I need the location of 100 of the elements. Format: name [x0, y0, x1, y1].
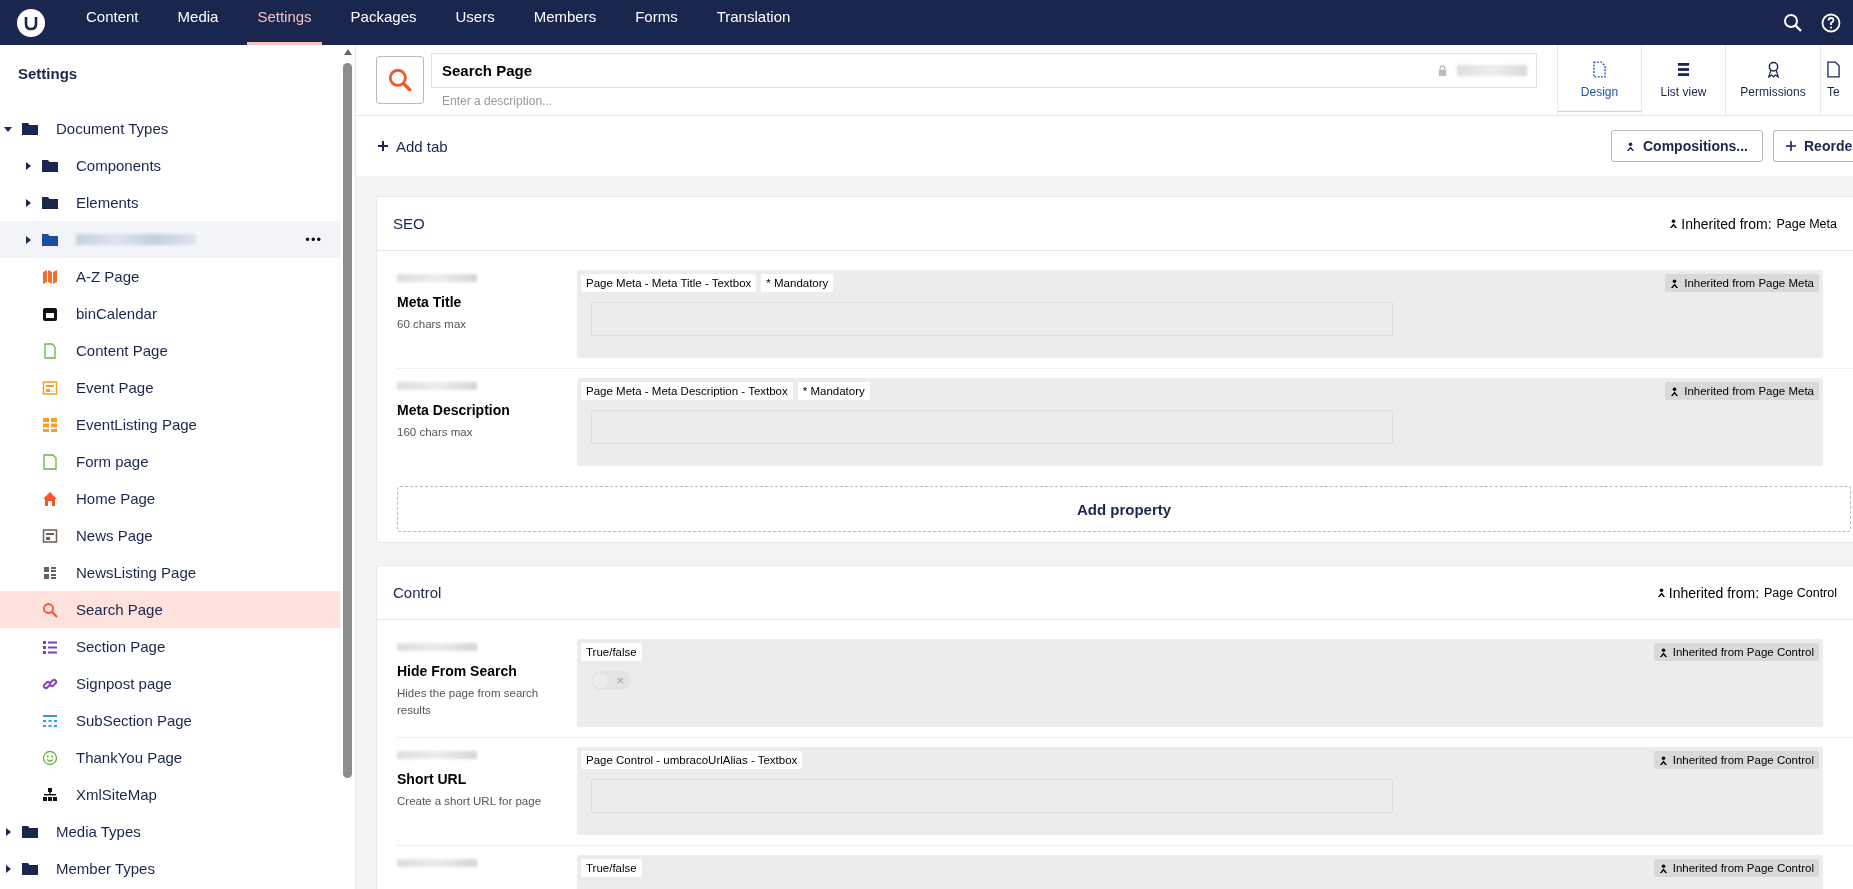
logo-icon[interactable] — [16, 7, 46, 38]
property-tag: Page Control - umbracoUrlAlias - Textbox — [581, 751, 803, 769]
name-field[interactable]: Search Page — [431, 52, 1537, 88]
property-name: Meta Title — [397, 294, 463, 310]
tree-item-label: Media Types — [56, 823, 141, 840]
nav-tab[interactable]: Forms — [625, 0, 688, 45]
caret-icon[interactable] — [4, 864, 12, 873]
editor-tab[interactable]: List view — [1641, 45, 1725, 115]
toolbar-button[interactable]: Compositions... — [1611, 130, 1763, 162]
add-tab-button[interactable]: Add tab — [376, 133, 450, 159]
list-icon — [42, 638, 58, 655]
document-icon — [1827, 61, 1840, 78]
tree-item-label: Document Types — [56, 120, 169, 137]
inherited-tag: Inherited from Page Meta — [1665, 382, 1819, 400]
tree-item[interactable]: A-Z Page — [0, 258, 340, 295]
group-title: Control — [393, 584, 442, 601]
nav-tab[interactable]: Packages — [340, 0, 427, 45]
tree-item[interactable]: Document Types — [0, 110, 340, 147]
nav-tab[interactable]: Media — [167, 0, 229, 45]
property-tag: * Mandatory — [761, 274, 834, 292]
editor-tab[interactable]: Te — [1820, 45, 1853, 115]
property-name: Hide From Search — [397, 663, 518, 679]
tree-item-label: ThankYou Page — [76, 749, 183, 766]
tree-item[interactable]: SubSection Page — [0, 702, 340, 739]
nav-tab[interactable]: Content — [76, 0, 149, 45]
tree-item-label: Home Page — [76, 490, 156, 507]
scrollbar-thumb[interactable] — [343, 63, 352, 778]
document-icon — [1593, 61, 1606, 78]
property-description: 160 chars max — [397, 425, 474, 440]
scroll-up-icon[interactable] — [343, 49, 352, 55]
inherited-source: Page Meta — [1776, 216, 1837, 231]
tree-item[interactable]: News Page — [0, 517, 340, 554]
tree-item[interactable]: Signpost page — [0, 665, 340, 702]
tree-item[interactable]: XmlSiteMap — [0, 776, 340, 813]
tree-item[interactable]: binCalendar — [0, 295, 340, 332]
property-tag: * Mandatory — [797, 382, 870, 400]
tree-item[interactable]: ••• — [0, 221, 340, 258]
help-icon[interactable] — [1821, 12, 1841, 33]
smiley-icon — [42, 749, 58, 766]
tree-item[interactable]: Elements — [0, 184, 340, 221]
inherited-tag: Inherited from Page Control — [1653, 643, 1819, 661]
tree-item-label: Event Page — [76, 379, 154, 396]
tree-item-label: Elements — [76, 194, 139, 211]
folder-icon — [22, 860, 38, 877]
property-description: 60 chars max — [397, 317, 468, 332]
folder-icon — [22, 823, 38, 840]
caret-icon[interactable] — [24, 161, 32, 170]
document-icon — [42, 342, 58, 359]
add-property-button[interactable]: Add property — [397, 486, 1851, 532]
property-editor[interactable]: Page Meta - Meta Title - Textbox * Mandatory Inherited from Page Meta — [577, 270, 1823, 358]
caret-icon[interactable] — [4, 827, 12, 836]
calendar-icon — [42, 305, 58, 322]
property-editor[interactable]: Page Control - umbracoUrlAlias - Textbox Inherited from Page Control — [577, 747, 1823, 835]
tree-item-label: Section Page — [76, 638, 166, 655]
tree-item-label: Content Page — [76, 342, 168, 359]
tree-item[interactable]: Components — [0, 147, 340, 184]
tree-item[interactable]: ThankYou Page — [0, 739, 340, 776]
tree-item-label: XmlSiteMap — [76, 786, 157, 803]
tree-item[interactable]: Media Types — [0, 813, 340, 850]
editor-tab[interactable]: Permissions — [1725, 45, 1820, 115]
caret-icon[interactable] — [24, 198, 32, 207]
more-menu[interactable]: ••• — [305, 232, 322, 247]
newspaper-icon — [42, 527, 58, 544]
tree-item[interactable]: Form page — [0, 443, 340, 480]
property-tag: Page Meta - Meta Title - Textbox — [581, 274, 757, 292]
tree-item[interactable]: Section Page — [0, 628, 340, 665]
tree-item[interactable]: EventListing Page — [0, 406, 340, 443]
tree-item-label: binCalendar — [76, 305, 157, 322]
plus-icon — [378, 141, 388, 151]
user-icon — [1669, 219, 1679, 228]
editor-tab[interactable]: Design — [1557, 45, 1641, 115]
user-icon — [1658, 647, 1668, 657]
tree-item-label: Member Types — [56, 860, 155, 877]
property-editor[interactable]: Page Meta - Meta Description - Textbox * Mandatory Inherited from Page Meta — [577, 378, 1823, 466]
search-icon — [387, 67, 413, 93]
tree-item[interactable]: Member Types — [0, 850, 340, 887]
property-name: Meta Description — [397, 402, 511, 418]
ribbon-icon — [1766, 61, 1780, 78]
inherited-label: Inherited from: — [1668, 584, 1760, 601]
folder-icon — [42, 194, 58, 211]
group-title: SEO — [393, 215, 425, 232]
tree-item[interactable]: Home Page — [0, 480, 340, 517]
nav-tab[interactable]: Members — [523, 0, 607, 45]
user-icon — [1658, 863, 1668, 873]
user-icon — [1656, 588, 1666, 597]
tree-item[interactable]: Search Page — [0, 591, 340, 628]
search-icon[interactable] — [1783, 12, 1803, 33]
nav-tab[interactable]: Users — [445, 0, 505, 45]
caret-icon[interactable] — [24, 235, 32, 244]
tree-item[interactable]: Event Page — [0, 369, 340, 406]
property-editor[interactable]: True/false Inherited from Page Control — [577, 855, 1823, 889]
tree-item-label: A-Z Page — [76, 268, 140, 285]
nav-tab[interactable]: Translation — [706, 0, 801, 45]
toolbar-button[interactable]: Reorde — [1773, 130, 1853, 162]
property-editor[interactable]: True/false Inherited from Page Control — [577, 639, 1823, 727]
tree-item[interactable]: NewsListing Page — [0, 554, 340, 591]
tree-item[interactable]: Content Page — [0, 332, 340, 369]
icon-picker[interactable] — [376, 56, 424, 104]
tree-item-label: Form page — [76, 453, 149, 470]
caret-icon[interactable] — [4, 124, 12, 133]
